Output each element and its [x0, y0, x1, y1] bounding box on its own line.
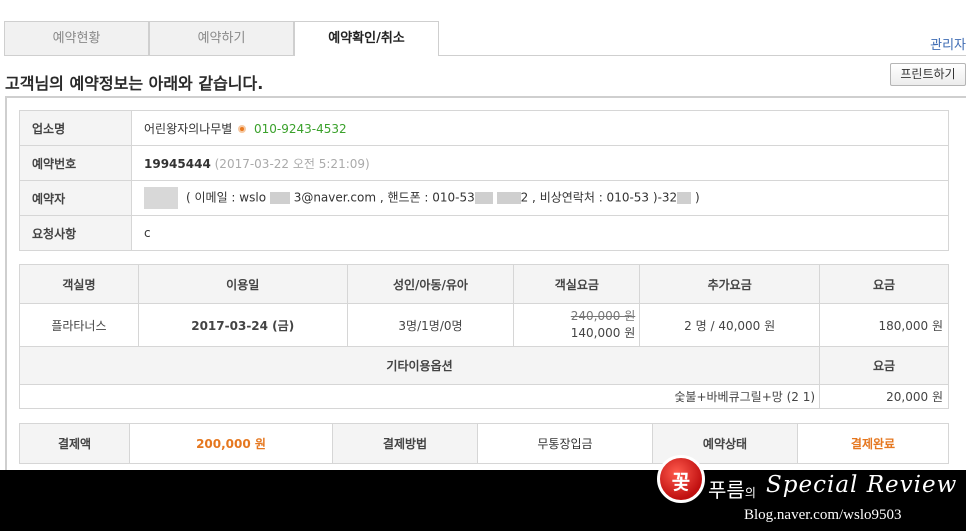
redacted-email: [269, 192, 290, 204]
redacted-phone: [474, 192, 493, 204]
extra-fee: 2 명 / 40,000 원: [639, 303, 821, 347]
reservation-no-value: 19945444 (2017-03-22 오전 5:21:09): [131, 145, 949, 181]
reservation-no-label: 예약번호: [19, 145, 132, 181]
reservation-time: (2017-03-22 오전 5:21:09): [214, 156, 370, 171]
option-fee-header: 요금: [819, 346, 949, 385]
tab-make-reservation[interactable]: 예약하기: [149, 21, 294, 55]
business-value: 어린왕자의나무별 010-9243-4532: [131, 110, 949, 146]
room-name: 플라타너스: [19, 303, 139, 347]
watermark-brand: 푸름의: [708, 474, 756, 503]
room-table: 객실명 이용일 성인/아동/유아 객실요금 추가요금 요금 플라타너스 2017…: [18, 264, 949, 409]
option-header-row: 기타이용옵션 요금: [18, 346, 949, 385]
watermark-title: Special Review: [766, 472, 958, 498]
reservation-info-table: 업소명 어린왕자의나무별 010-9243-4532 예약번호 19945444…: [19, 110, 949, 251]
admin-link[interactable]: 관리자: [930, 34, 966, 53]
option-fee: 20,000 원: [819, 384, 949, 409]
booker-email-prefix: ( 이메일 : wslo: [186, 190, 267, 205]
tab-bar: 예약현황 예약하기 예약확인/취소 관리자: [4, 20, 966, 56]
redacted-phone-2: [496, 192, 521, 204]
table-row: 결제액 200,000 원 결제방법 무통장입금 예약상태 결제완료: [19, 423, 949, 464]
watermark-url: Blog.naver.com/wslo9503: [744, 507, 902, 523]
brand-suffix: 의: [744, 486, 756, 500]
business-label: 업소명: [19, 110, 132, 146]
original-price: 240,000 원: [570, 309, 636, 323]
print-button[interactable]: 프린트하기: [890, 63, 966, 86]
col-date: 이용일: [137, 264, 348, 304]
booker-value: ( 이메일 : wslo 3@naver.com , 핸드폰 : 010-53 …: [131, 180, 949, 216]
table-row: 숯불+바베큐그릴+망 (2 1) 20,000 원: [18, 384, 949, 409]
room-header-row: 객실명 이용일 성인/아동/유아 객실요금 추가요금 요금: [19, 264, 949, 304]
payment-amount: 200,000 원: [129, 423, 333, 464]
request-value: c: [131, 215, 949, 251]
tab-reservation-status[interactable]: 예약현황: [4, 21, 149, 55]
total-fee: 180,000 원: [819, 303, 949, 347]
option-header: 기타이용옵션: [18, 346, 821, 385]
col-room-name: 객실명: [19, 264, 139, 304]
table-row: 플라타너스 2017-03-24 (금) 3명/1명/0명 240,000 원 …: [19, 303, 949, 347]
page-title: 고객님의 예약정보는 아래와 같습니다.: [5, 74, 264, 93]
flower-logo-icon: 꽃: [657, 455, 705, 503]
redacted-name: [144, 187, 178, 209]
guest-count: 3명/1명/0명: [346, 303, 515, 347]
brand-name: 푸름: [708, 478, 745, 502]
request-label: 요청사항: [19, 215, 132, 251]
payment-method-label: 결제방법: [332, 423, 478, 464]
business-phone[interactable]: 010-9243-4532: [254, 122, 347, 136]
tab-confirm-cancel[interactable]: 예약확인/취소: [294, 21, 439, 56]
phone-dot-icon: [238, 125, 247, 133]
booker-close: ): [695, 190, 700, 205]
business-name: 어린왕자의나무별: [144, 121, 233, 136]
redacted-emergency: [677, 192, 692, 204]
table-row: 예약자 ( 이메일 : wslo 3@naver.com , 핸드폰 : 010…: [19, 180, 949, 216]
stay-date: 2017-03-24 (금): [137, 303, 348, 347]
booker-label: 예약자: [19, 180, 132, 216]
col-room-price: 객실요금: [513, 264, 641, 304]
booker-phone-tail: 2 , 비상연락처 : 010-53: [520, 190, 650, 205]
logo-char: 꽃: [671, 470, 691, 494]
room-price: 140,000 원: [570, 326, 636, 340]
table-row: 예약번호 19945444 (2017-03-22 오전 5:21:09): [19, 145, 949, 181]
col-extra: 추가요금: [639, 264, 821, 304]
table-row: 업소명 어린왕자의나무별 010-9243-4532: [19, 110, 949, 146]
reservation-number: 19945444: [144, 156, 211, 171]
col-total: 요금: [819, 264, 949, 304]
col-guests: 성인/아동/유아: [346, 264, 515, 304]
reservation-status: 결제완료: [797, 423, 949, 464]
option-item: 숯불+바베큐그릴+망 (2 1): [18, 384, 821, 409]
booker-emergency-tail: )-32: [652, 190, 678, 205]
table-row: 요청사항 c: [19, 215, 949, 251]
payment-method: 무통장입금: [477, 423, 653, 464]
payment-table: 결제액 200,000 원 결제방법 무통장입금 예약상태 결제완료: [19, 423, 949, 464]
room-price-cell: 240,000 원 140,000 원: [513, 303, 641, 347]
booker-email-suffix: 3@naver.com , 핸드폰 : 010-53: [293, 190, 475, 205]
payment-amount-label: 결제액: [19, 423, 130, 464]
